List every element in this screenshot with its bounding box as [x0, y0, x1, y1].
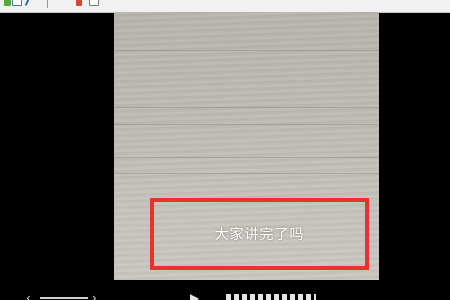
app-icon[interactable]: [4, 0, 11, 6]
video-player-screen: 大家讲完了吗 ‹ › ▶: [0, 0, 450, 300]
wood-grain-line: [114, 157, 379, 158]
wood-grain-line: [114, 107, 379, 108]
seek-bar[interactable]: [40, 297, 88, 299]
wood-grain-line: [114, 50, 379, 51]
wood-grain-line: [114, 124, 379, 125]
player-controls: ‹ › ▶: [0, 288, 450, 300]
edit-icon[interactable]: [24, 0, 33, 6]
toolbar-divider: [47, 0, 48, 8]
bookmark-icon[interactable]: [76, 0, 82, 6]
previous-icon[interactable]: ‹: [26, 292, 31, 300]
wood-grain-line: [114, 173, 379, 174]
next-icon[interactable]: ›: [92, 292, 97, 300]
page-icon[interactable]: [89, 0, 99, 6]
play-icon[interactable]: ▶: [190, 292, 199, 300]
time-readout-cropped: [226, 294, 316, 300]
document-icon[interactable]: [12, 0, 22, 6]
video-subtitle: 大家讲完了吗: [214, 227, 305, 243]
subtitle-highlight-box: 大家讲完了吗: [150, 198, 369, 270]
